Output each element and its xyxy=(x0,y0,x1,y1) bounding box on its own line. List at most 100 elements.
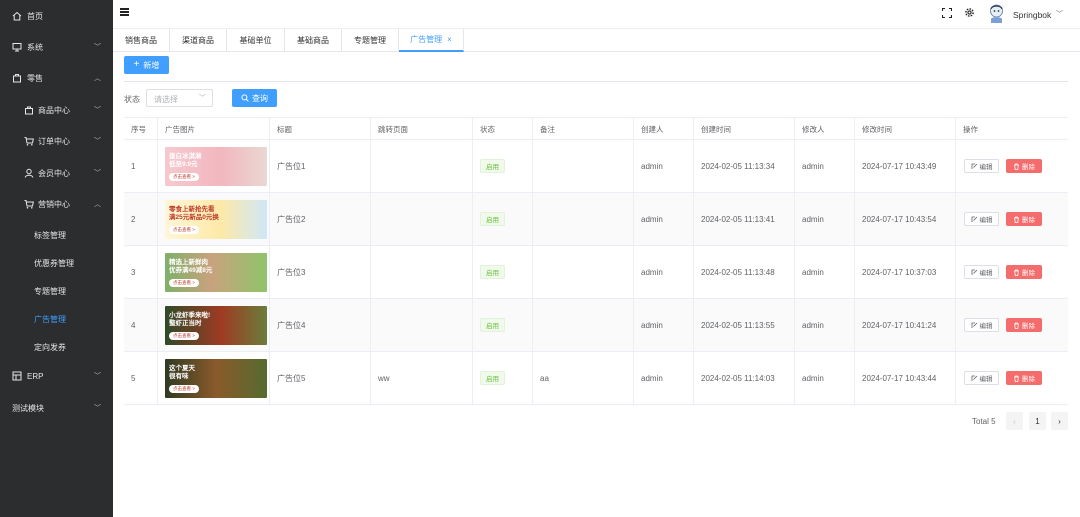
row-modified-time: 2024-07-17 10:43:44 xyxy=(855,352,956,404)
close-icon[interactable]: × xyxy=(447,35,452,44)
tab-ad-management[interactable]: 广告管理 × xyxy=(399,29,464,52)
sidebar-item-label: 标签管理 xyxy=(34,230,66,240)
ad-image[interactable]: 小龙虾季来啦! 螯虾正当时 点击查看 > xyxy=(165,305,267,345)
page-number[interactable]: 1 xyxy=(1029,412,1046,430)
edit-button[interactable]: 编辑 xyxy=(964,212,999,226)
tab-base-product[interactable]: 基础商品 xyxy=(285,29,342,52)
sidebar-item-label: 定向发券 xyxy=(34,342,66,352)
sidebar-item-label: 广告管理 xyxy=(34,314,66,324)
sidebar-item-erp[interactable]: ERP ﹀ xyxy=(0,364,113,388)
search-icon xyxy=(241,94,249,102)
edit-button[interactable]: 编辑 xyxy=(964,159,999,173)
delete-button[interactable]: 删除 xyxy=(1006,212,1042,226)
sidebar-item-order-center[interactable]: 订单中心 ﹀ xyxy=(0,129,113,153)
next-page-button[interactable]: › xyxy=(1051,412,1068,430)
ad-image-text: 精选上新鲜肉 优券满49减8元 xyxy=(169,258,213,274)
ad-image-button: 点击查看 > xyxy=(169,225,199,234)
divider xyxy=(124,81,1068,82)
column-header: 标题 xyxy=(270,118,371,141)
add-button[interactable]: + 新增 xyxy=(124,56,169,74)
row-link xyxy=(371,193,473,245)
ad-image-text: 小龙虾季来啦! 螯虾正当时 xyxy=(169,311,211,327)
ad-image-text: 蛋白冰淇淋 低至9.9元 xyxy=(169,152,202,168)
fullscreen-icon[interactable] xyxy=(941,7,953,19)
sidebar-item-label: 商品中心 xyxy=(38,105,70,115)
edit-button[interactable]: 编辑 xyxy=(964,265,999,279)
delete-button[interactable]: 删除 xyxy=(1006,318,1042,332)
chevron-down-icon: ﹀ xyxy=(94,170,101,177)
sidebar-item-system[interactable]: 系统 ﹀ xyxy=(0,35,113,59)
trash-icon xyxy=(1014,322,1019,329)
sidebar-item-marketing-center[interactable]: 营销中心 ︿ xyxy=(0,192,113,216)
row-modifier: admin xyxy=(795,352,855,404)
column-header: 修改时间 xyxy=(855,118,956,141)
chevron-down-icon: ﹀ xyxy=(94,138,101,145)
status-filter-label: 状态 xyxy=(124,95,140,104)
sidebar-item-product-center[interactable]: 商品中心 ﹀ xyxy=(0,98,113,122)
row-index: 5 xyxy=(124,352,158,404)
row-creator: admin xyxy=(634,246,694,298)
delete-button[interactable]: 删除 xyxy=(1006,371,1042,385)
cart-icon xyxy=(24,199,34,209)
ad-image[interactable]: 精选上新鲜肉 优券满49减8元 点击查看 > xyxy=(165,252,267,292)
sidebar-item-ad-management[interactable]: 广告管理 xyxy=(0,307,113,331)
gear-icon[interactable] xyxy=(964,7,975,18)
row-modified-time: 2024-07-17 10:43:54 xyxy=(855,193,956,245)
ad-image-cell: 这个夏天 很有味 点击查看 > xyxy=(158,352,270,404)
avatar[interactable] xyxy=(988,4,1005,23)
row-actions: 编辑 删除 xyxy=(956,140,1068,192)
sidebar-item-tag-management[interactable]: 标签管理 xyxy=(0,223,113,247)
add-button-label: 新增 xyxy=(143,60,160,70)
ad-image-button: 点击查看 > xyxy=(169,384,199,393)
delete-button[interactable]: 删除 xyxy=(1006,265,1042,279)
query-button-label: 查询 xyxy=(252,93,268,103)
status-select[interactable]: 请选择 ﹀ xyxy=(146,89,213,107)
row-modifier: admin xyxy=(795,299,855,351)
sidebar-item-member-center[interactable]: 会员中心 ﹀ xyxy=(0,161,113,185)
ad-image[interactable]: 零食上新抢先看 满25元新品0元换 点击查看 > xyxy=(165,199,267,239)
tab-bar: 销售商品 渠道商品 基础单位 基础商品 专题管理 广告管理 × xyxy=(113,28,1080,52)
row-index: 3 xyxy=(124,246,158,298)
row-modifier: admin xyxy=(795,193,855,245)
delete-button-label: 删除 xyxy=(1022,376,1035,383)
column-header: 跳转页面 xyxy=(371,118,473,141)
sidebar-item-test-module[interactable]: 测试模块 ﹀ xyxy=(0,396,113,420)
sidebar-item-topic-management[interactable]: 专题管理 xyxy=(0,279,113,303)
row-link xyxy=(371,246,473,298)
tab-topic-management[interactable]: 专题管理 xyxy=(342,29,399,52)
row-title: 广告位2 xyxy=(270,193,371,245)
delete-button[interactable]: 删除 xyxy=(1006,159,1042,173)
sidebar-item-coupon-management[interactable]: 优惠券管理 xyxy=(0,251,113,275)
column-header: 广告图片 xyxy=(158,118,270,141)
edit-button-label: 编辑 xyxy=(979,376,993,383)
ad-image[interactable]: 蛋白冰淇淋 低至9.9元 点击查看 > xyxy=(165,146,267,186)
cart-icon xyxy=(24,136,34,146)
sidebar-item-home[interactable]: 首页 xyxy=(0,4,113,28)
row-remark xyxy=(533,193,634,245)
edit-button[interactable]: 编辑 xyxy=(964,371,999,385)
prev-page-button[interactable]: ‹ xyxy=(1006,412,1023,430)
table-row: 2 零食上新抢先看 满25元新品0元换 点击查看 > 广告位2 启用 admin 2024-… xyxy=(124,193,1068,246)
trash-icon xyxy=(1014,269,1019,276)
tab-sales-product[interactable]: 销售商品 xyxy=(113,29,170,52)
edit-button[interactable]: 编辑 xyxy=(964,318,999,332)
column-header: 修改人 xyxy=(795,118,855,141)
user-icon xyxy=(24,168,34,178)
query-button[interactable]: 查询 xyxy=(232,89,277,107)
erp-icon xyxy=(12,371,22,381)
tab-base-unit[interactable]: 基础单位 xyxy=(227,29,285,52)
sidebar: 首页 系统 ﹀ 零售 ︿ 商品中心 ﹀ 订单中心 ﹀ 会员中心 ﹀ 营销中心 ︿… xyxy=(0,0,113,517)
row-created-time: 2024-02-05 11:13:34 xyxy=(694,140,795,192)
tab-label: 基础商品 xyxy=(297,36,329,45)
tab-channel-product[interactable]: 渠道商品 xyxy=(170,29,227,52)
row-actions: 编辑 删除 xyxy=(956,352,1068,404)
pagination-total: Total 5 xyxy=(972,417,996,426)
hamburger-menu-icon[interactable] xyxy=(120,8,129,16)
sidebar-item-targeted-coupon[interactable]: 定向发券 xyxy=(0,335,113,359)
tab-label: 销售商品 xyxy=(125,36,157,45)
sidebar-item-retail[interactable]: 零售 ︿ xyxy=(0,66,113,90)
username[interactable]: Springbok xyxy=(1013,10,1051,20)
ad-image[interactable]: 这个夏天 很有味 点击查看 > xyxy=(165,358,267,398)
chevron-down-icon[interactable]: ﹀ xyxy=(1056,9,1063,19)
row-remark xyxy=(533,246,634,298)
